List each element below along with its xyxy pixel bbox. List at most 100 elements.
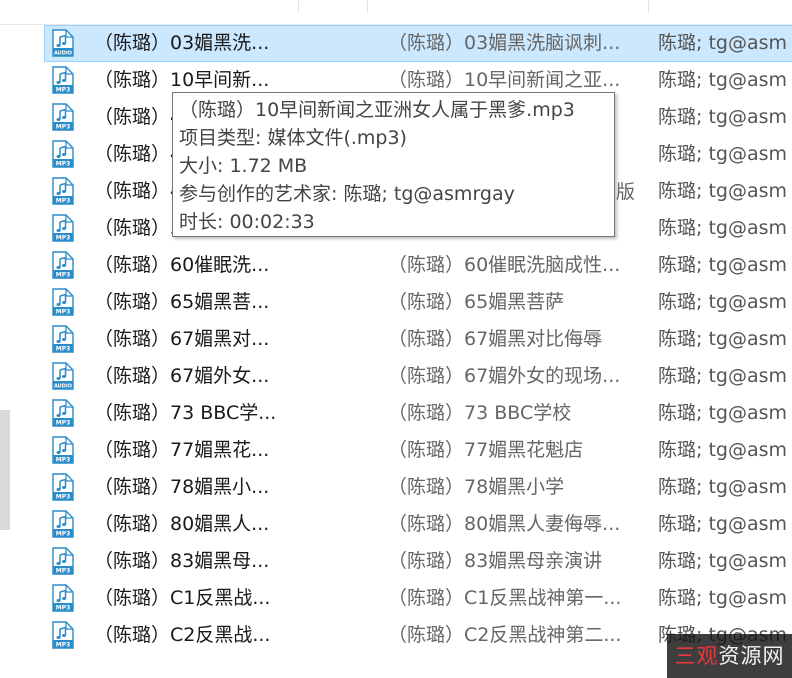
file-title: （陈璐）83媚黑母亲演讲 — [388, 550, 603, 572]
file-title: （陈璐）78媚黑小学 — [388, 476, 565, 498]
mp3-file-icon: MP3 — [52, 399, 74, 427]
svg-text:MP3: MP3 — [56, 87, 71, 94]
file-title: （陈璐）C2反黑战神第二... — [388, 624, 622, 646]
file-title: （陈璐）80媚黑人妻侮辱... — [388, 513, 621, 535]
file-artist: 陈璐; tg@asm — [658, 402, 788, 424]
file-artist: 陈璐; tg@asm — [658, 587, 788, 609]
file-name: （陈璐）C2反黑战... — [94, 624, 271, 646]
file-row[interactable]: MP3 （陈璐）73 BBC学... （陈璐）73 BBC学校 陈璐; tg@asm — [44, 395, 792, 432]
file-name: （陈璐）77媚黑花... — [94, 439, 270, 461]
vertical-scrollbar-thumb[interactable] — [0, 410, 10, 530]
file-name: （陈璐）4 — [94, 180, 183, 202]
file-title: （陈璐）10早间新闻之亚... — [388, 69, 621, 91]
audio-file-icon: AUDIO — [52, 362, 74, 390]
file-artist: 陈璐; tg@asm — [658, 328, 788, 350]
tooltip-duration: 时长: 00:02:33 — [179, 211, 315, 233]
file-name: （陈璐）78媚黑小... — [94, 476, 270, 498]
svg-text:MP3: MP3 — [56, 124, 71, 131]
file-row[interactable]: MP3 （陈璐）80媚黑人... （陈璐）80媚黑人妻侮辱... 陈璐; tg@asm — [44, 506, 792, 543]
svg-text:MP3: MP3 — [56, 198, 71, 205]
mp3-file-icon: MP3 — [52, 251, 74, 279]
file-artist: 陈璐; tg@asm — [658, 106, 788, 128]
file-row[interactable]: MP3 （陈璐）77媚黑花... （陈璐）77媚黑花魁店 陈璐; tg@asm — [44, 432, 792, 469]
file-artist: 陈璐; tg@asm — [658, 513, 788, 535]
file-row[interactable]: MP3 （陈璐）60催眠洗... （陈璐）60催眠洗脑成性... 陈璐; tg@asm — [44, 247, 792, 284]
mp3-file-icon: MP3 — [52, 621, 74, 649]
svg-text:AUDIO: AUDIO — [54, 384, 72, 390]
file-artist: 陈璐; tg@asm — [658, 254, 788, 276]
tooltip-size: 大小: 1.72 MB — [179, 155, 308, 177]
column-divider[interactable] — [648, 0, 649, 13]
file-row[interactable]: AUDIO （陈璐）03媚黑洗... （陈璐）03媚黑洗脑讽刺... 陈璐; tg@a… — [44, 25, 792, 62]
site-watermark: 三观资源网 — [667, 634, 792, 678]
file-title: （陈璐）77媚黑花魁店 — [388, 439, 584, 461]
file-name: （陈璐）5 — [94, 217, 183, 239]
svg-text:MP3: MP3 — [56, 272, 71, 279]
file-name: （陈璐）80媚黑人... — [94, 513, 270, 535]
file-row[interactable]: MP3 （陈璐）65媚黑菩... （陈璐）65媚黑菩萨 陈璐; tg@asm — [44, 284, 792, 321]
audio-file-icon: AUDIO — [52, 29, 74, 57]
mp3-file-icon: MP3 — [52, 436, 74, 464]
file-row[interactable]: MP3 （陈璐）C1反黑战... （陈璐）C1反黑战神第一... 陈璐; tg@asm — [44, 580, 792, 617]
svg-text:MP3: MP3 — [56, 420, 71, 427]
file-name: （陈璐）4 — [94, 143, 183, 165]
svg-text:MP3: MP3 — [56, 494, 71, 501]
column-header-strip — [0, 0, 792, 25]
file-title: （陈璐）03媚黑洗脑讽刺... — [388, 32, 621, 54]
column-divider[interactable] — [367, 0, 368, 13]
hidden-title-fragment: 版 — [616, 181, 636, 203]
file-artist: 陈璐; tg@asm — [658, 180, 788, 202]
file-row[interactable]: MP3 （陈璐）67媚黑对... （陈璐）67媚黑对比侮辱 陈璐; tg@asm — [44, 321, 792, 358]
file-artist: 陈璐; tg@asm — [658, 365, 788, 387]
file-name: （陈璐）4 — [94, 106, 183, 128]
mp3-file-icon: MP3 — [52, 510, 74, 538]
mp3-file-icon: MP3 — [52, 584, 74, 612]
watermark-part2: 资源网 — [718, 644, 785, 668]
mp3-file-icon: MP3 — [52, 547, 74, 575]
file-title: （陈璐）73 BBC学校 — [388, 402, 572, 424]
file-artist: 陈璐; tg@asm — [658, 32, 788, 54]
svg-text:MP3: MP3 — [56, 346, 71, 353]
file-row[interactable]: AUDIO （陈璐）67媚外女... （陈璐）67媚外女的现场... 陈璐; tg@a… — [44, 358, 792, 395]
mp3-file-icon: MP3 — [52, 325, 74, 353]
svg-text:MP3: MP3 — [56, 642, 71, 649]
svg-text:MP3: MP3 — [56, 457, 71, 464]
svg-text:MP3: MP3 — [56, 161, 71, 168]
mp3-file-icon: MP3 — [52, 288, 74, 316]
file-artist: 陈璐; tg@asm — [658, 69, 788, 91]
column-divider[interactable] — [298, 0, 299, 13]
mp3-file-icon: MP3 — [52, 66, 74, 94]
file-artist: 陈璐; tg@asm — [658, 291, 788, 313]
file-title: （陈璐）67媚外女的现场... — [388, 365, 621, 387]
svg-text:MP3: MP3 — [56, 531, 71, 538]
file-name: （陈璐）03媚黑洗... — [94, 32, 270, 54]
mp3-file-icon: MP3 — [52, 214, 74, 242]
file-info-tooltip: （陈璐）10早间新闻之亚洲女人属于黑爹.mp3 项目类型: 媒体文件(.mp3)… — [172, 92, 615, 237]
file-title: （陈璐）60催眠洗脑成性... — [388, 254, 621, 276]
file-name: （陈璐）67媚外女... — [94, 365, 270, 387]
file-name: （陈璐）60催眠洗... — [94, 254, 270, 276]
mp3-file-icon: MP3 — [52, 140, 74, 168]
mp3-file-icon: MP3 — [52, 103, 74, 131]
tooltip-filename: （陈璐）10早间新闻之亚洲女人属于黑爹.mp3 — [179, 99, 575, 121]
svg-text:MP3: MP3 — [56, 568, 71, 575]
tooltip-item-type: 项目类型: 媒体文件(.mp3) — [179, 127, 407, 149]
file-artist: 陈璐; tg@asm — [658, 217, 788, 239]
mp3-file-icon: MP3 — [52, 473, 74, 501]
mp3-file-icon: MP3 — [52, 177, 74, 205]
file-title: （陈璐）65媚黑菩萨 — [388, 291, 565, 313]
tooltip-artist: 参与创作的艺术家: 陈璐; tg@asmrgay — [179, 183, 515, 205]
file-name: （陈璐）73 BBC学... — [94, 402, 277, 424]
file-name: （陈璐）83媚黑母... — [94, 550, 270, 572]
file-name: （陈璐）10早间新... — [94, 69, 270, 91]
svg-text:MP3: MP3 — [56, 309, 71, 316]
svg-text:AUDIO: AUDIO — [54, 51, 72, 57]
file-row[interactable]: MP3 （陈璐）83媚黑母... （陈璐）83媚黑母亲演讲 陈璐; tg@asm — [44, 543, 792, 580]
file-name: （陈璐）C1反黑战... — [94, 587, 271, 609]
file-artist: 陈璐; tg@asm — [658, 439, 788, 461]
svg-text:MP3: MP3 — [56, 235, 71, 242]
file-artist: 陈璐; tg@asm — [658, 476, 788, 498]
file-row[interactable]: MP3 （陈璐）78媚黑小... （陈璐）78媚黑小学 陈璐; tg@asm — [44, 469, 792, 506]
file-artist: 陈璐; tg@asm — [658, 143, 788, 165]
file-title: （陈璐）C1反黑战神第一... — [388, 587, 622, 609]
